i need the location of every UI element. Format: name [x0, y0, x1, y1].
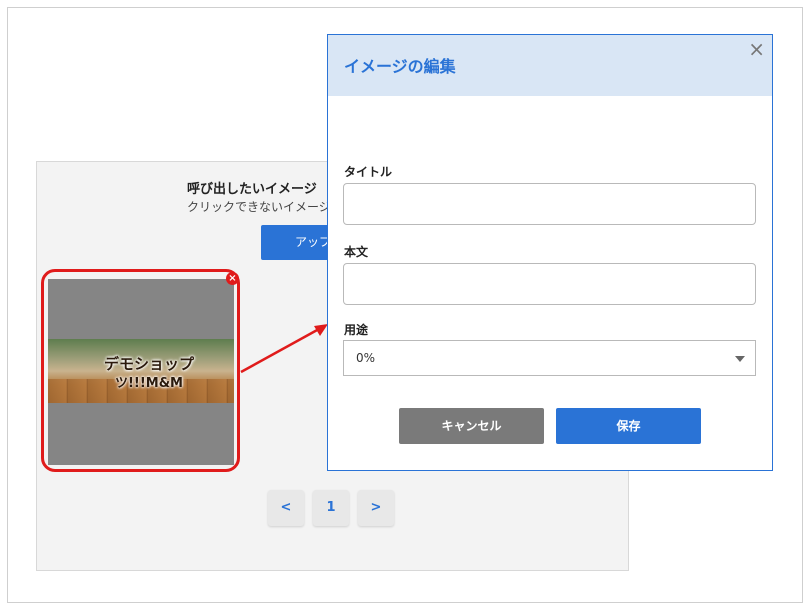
image-thumbnail[interactable]: デモショップ ツ!!!M&M — [48, 279, 234, 465]
title-input[interactable] — [343, 183, 756, 225]
body-field-label: 本文 — [344, 245, 369, 259]
usage-select[interactable]: 0% — [343, 340, 756, 376]
pagination: < 1 > — [268, 490, 394, 526]
body-input[interactable] — [343, 263, 756, 305]
shop-banner-image: デモショップ ツ!!!M&M — [48, 339, 234, 403]
usage-selected-value: 0% — [356, 351, 376, 365]
title-field-label: タイトル — [344, 165, 393, 179]
banner-text-line1: デモショップ — [103, 355, 194, 373]
chevron-down-icon — [735, 356, 745, 362]
page-1-button[interactable]: 1 — [313, 490, 349, 526]
prev-page-button[interactable]: < — [268, 490, 304, 526]
close-icon[interactable]: × — [748, 38, 765, 60]
delete-icon[interactable]: × — [226, 272, 239, 285]
save-button[interactable]: 保存 — [556, 408, 701, 444]
dialog-title: イメージの編集 — [344, 57, 456, 76]
usage-field-label: 用途 — [344, 323, 369, 337]
banner-text-line2: ツ!!!M&M — [115, 376, 183, 391]
cancel-button[interactable]: キャンセル — [399, 408, 544, 444]
edit-image-dialog: イメージの編集 × タイトル 本文 用途 0% キャンセル 保存 — [327, 34, 773, 471]
dialog-header: イメージの編集 × — [328, 35, 772, 96]
next-page-button[interactable]: > — [358, 490, 394, 526]
